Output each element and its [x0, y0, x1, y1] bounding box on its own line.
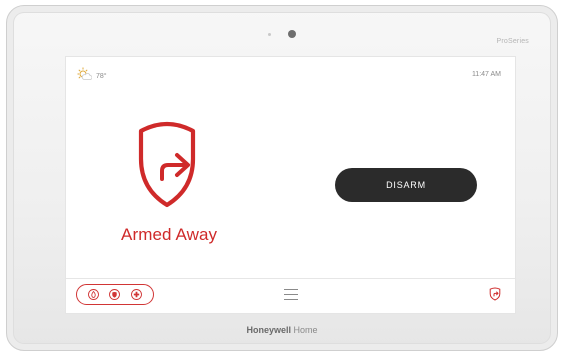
temperature-readout: 78°: [96, 73, 107, 80]
brand-suffix: Home: [293, 325, 318, 335]
camera-icon: [288, 30, 296, 38]
menu-bar: [284, 299, 298, 300]
menu-icon[interactable]: [284, 289, 298, 301]
touchscreen: 78° 11:47 AM Armed Away DISARM: [65, 56, 516, 314]
armed-away-shield-icon: [132, 119, 202, 216]
footer-divider: [66, 278, 515, 279]
arm-away-icon[interactable]: [489, 287, 501, 306]
brand-name: Honeywell: [246, 325, 291, 335]
clock: 11:47 AM: [471, 71, 501, 78]
sun-cloud-icon: [76, 67, 93, 86]
menu-bar: [284, 289, 298, 290]
disarm-button[interactable]: DISARM: [335, 168, 477, 202]
emergency-button[interactable]: [76, 284, 154, 305]
ambient-sensor: [268, 33, 271, 36]
police-shield-icon: [109, 289, 121, 300]
fire-icon: [88, 289, 100, 300]
menu-bar: [284, 294, 298, 295]
medical-icon: [130, 289, 142, 300]
honeywell-home-logo: Honeywell Home: [0, 325, 564, 335]
weather-widget[interactable]: 78°: [76, 67, 107, 86]
arm-status-label: Armed Away: [121, 225, 218, 244]
proseries-logo: ProSeries: [496, 38, 529, 45]
